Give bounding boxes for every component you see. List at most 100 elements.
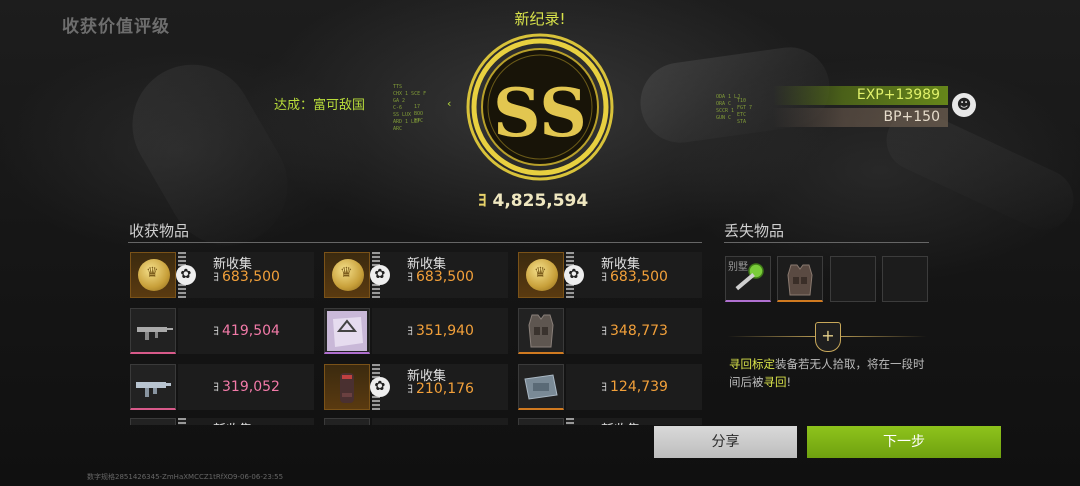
item-thumbnail (324, 364, 370, 410)
collected-item[interactable]: ﾖ 351,940 (322, 306, 510, 356)
item-value-number: 348,773 (610, 323, 668, 339)
green-key-icon (735, 263, 764, 291)
gear-icon: ✿ (370, 377, 390, 397)
collected-item[interactable]: ♛ ✿ 新收集ﾖ 683,500 (322, 250, 510, 300)
item-thumbnail: ♛ (324, 252, 370, 298)
ha-coin-icon: ﾖ (407, 324, 414, 338)
total-value-number: 4,825,594 (492, 191, 589, 211)
item-thumbnail (324, 308, 370, 354)
item-value: ﾖ 419,504 (213, 322, 280, 339)
collected-item[interactable]: ✿新收集 (128, 416, 316, 425)
lost-slot-empty (882, 256, 928, 302)
collected-item[interactable] (322, 416, 510, 425)
item-info (372, 418, 508, 425)
footer-id: 数字规格2851426345-ZmHaXMCCZ1tRfXO9-06-06-23… (87, 473, 284, 481)
gold-coin-icon: ♛ (332, 259, 364, 291)
ha-coin-icon: ﾖ (213, 324, 220, 338)
collected-item[interactable]: ♛ ✿ 新收集ﾖ 683,500 (516, 250, 702, 300)
item-value: ﾖ 683,500 (407, 268, 474, 285)
next-step-button[interactable]: 下一步 (807, 426, 1001, 458)
lost-divider (724, 242, 929, 243)
item-value: ﾖ 683,500 (601, 268, 668, 285)
item-value-number: 419,504 (222, 323, 280, 339)
crystal-card-icon (327, 311, 367, 351)
item-value-number: 351,940 (416, 323, 474, 339)
share-button[interactable]: 分享 (654, 426, 797, 458)
gear-icon: ✿ (370, 265, 390, 285)
item-value-number: 683,500 (416, 269, 474, 285)
armor-vest-icon (528, 314, 554, 348)
item-value-number: 683,500 (222, 269, 280, 285)
chevron-left-icon: ‹ (447, 97, 452, 110)
ha-coin-icon: ﾖ (601, 270, 608, 284)
collected-item[interactable]: ✿ 新收集ﾖ 210,176 (322, 362, 510, 412)
item-value-number: 210,176 (416, 381, 474, 397)
new-record-label: 新纪录! (514, 10, 566, 28)
item-thumbnail: ♛ (130, 252, 176, 298)
collected-item[interactable]: ✿新收集 (516, 416, 702, 425)
ha-coin-icon: ﾖ (213, 380, 220, 394)
bp-text: BP+150 (883, 109, 941, 125)
lost-title: 丢失物品 (724, 222, 785, 240)
item-thumbnail (518, 364, 564, 410)
ha-coin-icon: ﾖ (407, 270, 414, 284)
collected-title: 收获物品 (129, 222, 190, 240)
case-icon (524, 374, 558, 400)
gear-icon: ✿ (176, 265, 196, 285)
grade-badge: SS (466, 33, 614, 181)
armor-rig-icon (787, 264, 813, 296)
lost-slot-armor[interactable] (777, 256, 823, 302)
item-thumbnail (518, 308, 564, 354)
total-value: ﾖ 4,825,594 (478, 186, 608, 211)
new-collected-label: 新收集 (213, 419, 252, 425)
collected-item[interactable]: ﾖ 319,052 (128, 362, 316, 412)
gear-icon: ✿ (564, 265, 584, 285)
head-profile-icon[interactable]: ☻ (952, 93, 976, 117)
collected-grid: ♛ ✿ 新收集ﾖ 683,500 ♛ ✿ 新收集ﾖ 683,500 ♛ ✿ 新收集ﾖ 683,500 ﾖ… (128, 250, 702, 425)
item-value: ﾖ 124,739 (601, 378, 668, 395)
page-title: 收获价值评级 (62, 17, 170, 37)
collected-item[interactable]: ﾖ 348,773 (516, 306, 702, 356)
new-stripe (178, 418, 186, 425)
item-info: ﾖ 419,504 (178, 308, 314, 354)
rifle-icon (137, 327, 173, 340)
item-thumbnail (518, 418, 564, 425)
shield-plus-icon: + (815, 322, 841, 352)
ha-coin-icon: ﾖ (601, 380, 608, 394)
item-info: ﾖ 351,940 (372, 308, 508, 354)
item-info: ﾖ 319,052 (178, 364, 314, 410)
ha-coin-icon: ﾖ (601, 324, 608, 338)
exp-reward: EXP+13989 (773, 86, 948, 105)
hud-text-left-b: 17 BOO ETC (414, 104, 424, 124)
item-value: ﾖ 348,773 (601, 322, 668, 339)
item-value: ﾖ 683,500 (213, 268, 280, 285)
collected-item[interactable]: ﾖ 419,504 (128, 306, 316, 356)
item-value: ﾖ 210,176 (407, 380, 474, 397)
lost-slot-empty (830, 256, 876, 302)
item-thumbnail (130, 308, 176, 354)
collected-item[interactable]: ﾖ 124,739 (516, 362, 702, 412)
item-info: ✿ 新收集ﾖ 683,500 (370, 252, 508, 298)
ha-coin-icon: ﾖ (407, 382, 414, 396)
item-value: ﾖ 351,940 (407, 322, 474, 339)
new-collected-label: 新收集 (601, 419, 640, 425)
item-info: ﾖ 348,773 (566, 308, 702, 354)
item-thumbnail (324, 418, 370, 425)
canister-icon (340, 373, 354, 403)
item-info: ✿新收集 (178, 418, 314, 425)
item-value-number: 683,500 (610, 269, 668, 285)
achievement-text: 达成：富可敌国 (274, 98, 366, 113)
smg-icon (136, 382, 171, 397)
exp-text: EXP+13989 (856, 87, 940, 103)
item-info: ✿ 新收集ﾖ 683,500 (564, 252, 702, 298)
recover-note: 寻回标定装备若无人拾取，将在一段时间后被寻回! (729, 357, 925, 389)
grade-text: SS (493, 74, 587, 152)
lost-slot-key[interactable]: 别墅 (725, 256, 771, 302)
gold-coin-icon: ♛ (526, 259, 558, 291)
collected-item[interactable]: ♛ ✿ 新收集ﾖ 683,500 (128, 250, 316, 300)
item-thumbnail (130, 418, 176, 425)
gold-coin-icon: ♛ (138, 259, 170, 291)
hud-text-right-b: T10 FGT 7 ETC STA (737, 98, 753, 125)
item-info: ✿ 新收集ﾖ 210,176 (370, 364, 508, 410)
item-thumbnail (130, 364, 176, 410)
